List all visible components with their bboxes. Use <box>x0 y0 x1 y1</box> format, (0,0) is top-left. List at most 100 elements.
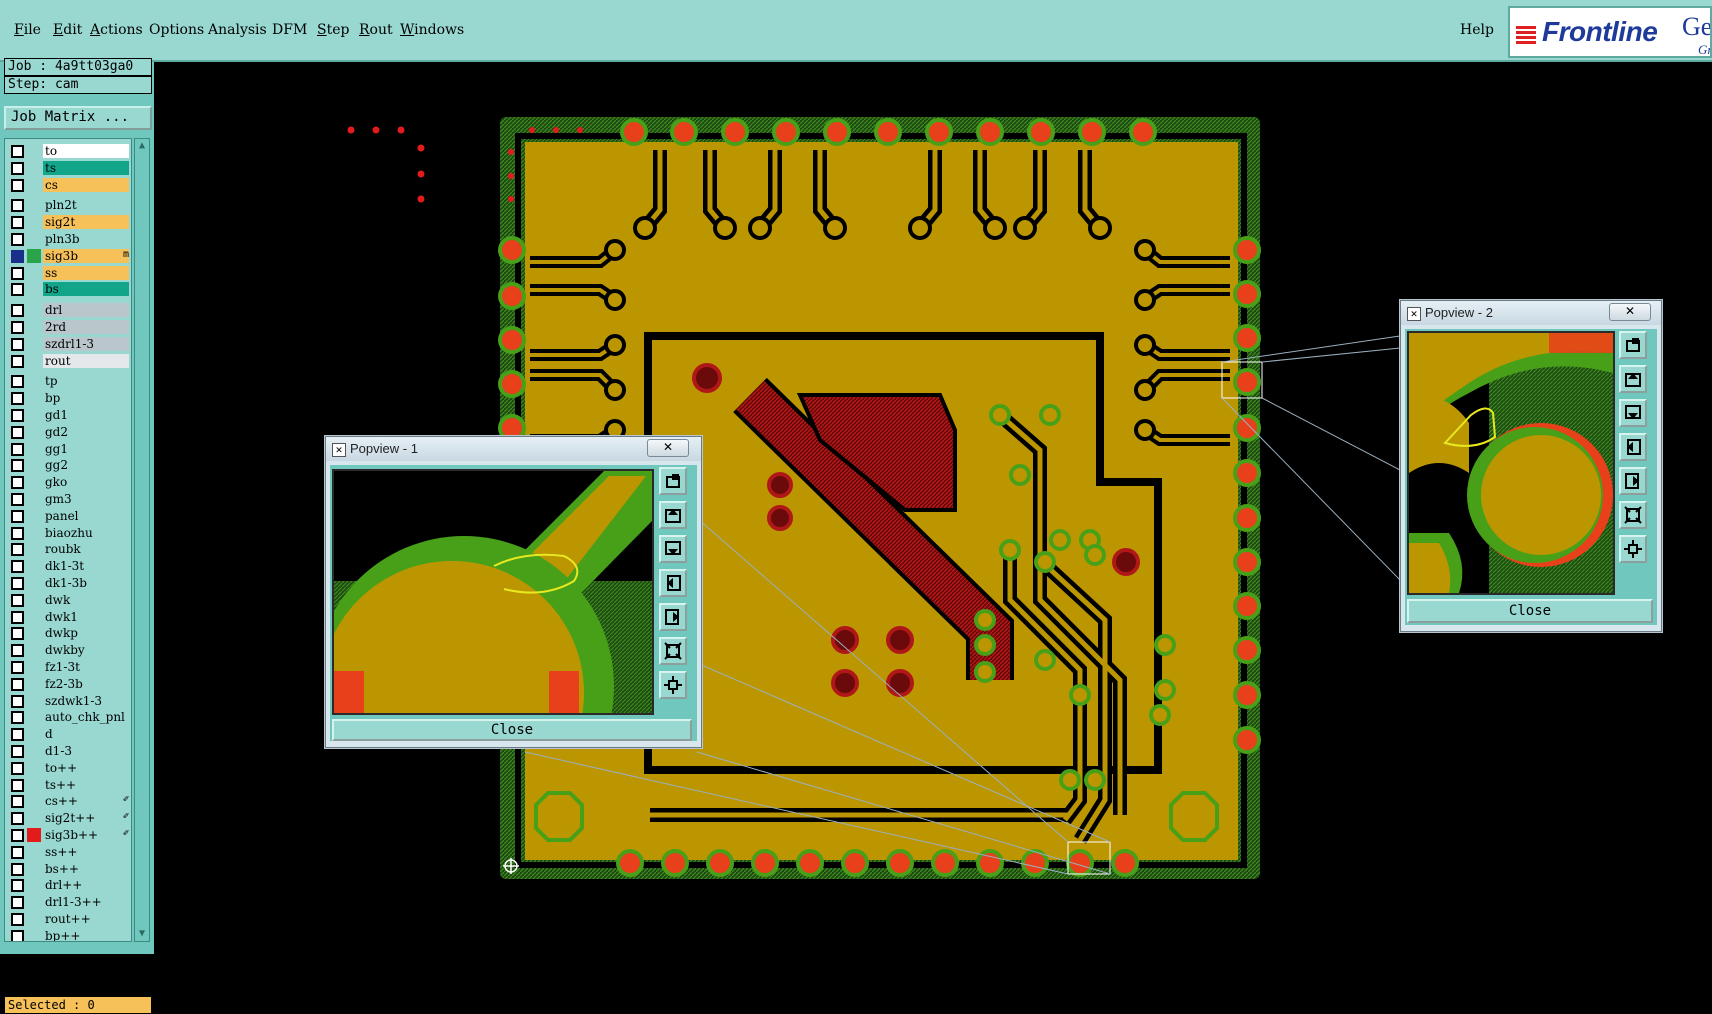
layer-checkbox[interactable] <box>11 778 24 792</box>
layer-checkbox[interactable] <box>11 199 24 213</box>
layer-name[interactable]: ss <box>43 265 129 280</box>
layer-checkbox[interactable] <box>11 795 24 809</box>
layer-checkbox[interactable] <box>11 845 24 859</box>
layer-name[interactable]: pln3b <box>43 232 129 246</box>
layer-checkbox[interactable] <box>11 677 24 691</box>
zoom-in-icon[interactable] <box>659 637 687 665</box>
layer-row[interactable]: d <box>5 726 131 742</box>
layer-row[interactable]: ts <box>5 160 131 176</box>
zoom-home-icon[interactable] <box>1619 331 1647 359</box>
layer-checkbox[interactable] <box>11 593 24 607</box>
menu-file[interactable]: File <box>14 22 41 38</box>
layer-row[interactable]: rout <box>5 353 131 369</box>
menu-analysis[interactable]: Analysis <box>208 22 267 38</box>
layer-row[interactable]: fz1-3t <box>5 659 131 675</box>
layer-name[interactable]: dwkp <box>43 626 129 641</box>
layer-name[interactable]: rout++ <box>43 912 129 926</box>
layer-row[interactable]: biaozhu <box>5 525 131 541</box>
zoom-out-icon[interactable] <box>1619 535 1647 563</box>
layer-name[interactable]: dwkby <box>43 643 129 658</box>
layer-row[interactable]: fz2-3b <box>5 676 131 692</box>
layer-row[interactable]: gg1 <box>5 441 131 457</box>
layer-checkbox[interactable] <box>11 694 24 708</box>
layer-row[interactable]: ss <box>5 265 131 281</box>
layer-checkbox[interactable] <box>11 216 24 230</box>
layer-checkbox[interactable] <box>11 233 24 246</box>
pan-right-icon[interactable] <box>659 603 687 631</box>
layer-row[interactable]: drl++ <box>5 877 131 893</box>
layer-checkbox[interactable] <box>11 929 24 941</box>
layer-name[interactable]: to <box>43 144 129 158</box>
layer-checkbox[interactable] <box>11 354 24 368</box>
layer-checkbox[interactable] <box>11 442 24 456</box>
menu-dfm[interactable]: DFM <box>272 22 307 38</box>
layer-row[interactable]: bs++ <box>5 861 131 877</box>
layer-checkbox[interactable] <box>11 337 24 351</box>
layer-name[interactable]: ts <box>43 160 129 175</box>
layer-checkbox[interactable] <box>11 409 24 422</box>
layer-checkbox[interactable] <box>11 627 24 641</box>
zoom-in-icon[interactable] <box>1619 501 1647 529</box>
menu-windows[interactable]: Windows <box>400 22 464 38</box>
layer-checkbox[interactable] <box>11 249 24 263</box>
layer-checkbox[interactable] <box>11 543 24 557</box>
layer-name[interactable]: szdrl1-3 <box>43 336 129 351</box>
layer-checkbox[interactable] <box>11 761 24 775</box>
layer-name[interactable]: rout <box>43 353 129 368</box>
popview-2-titlebar[interactable]: ✕ Popview - 2 ✕ <box>1401 301 1661 325</box>
layer-checkbox[interactable] <box>11 283 24 297</box>
layer-checkbox[interactable] <box>11 178 24 192</box>
layer-name[interactable]: auto_chk_pnl <box>43 710 129 725</box>
layer-row[interactable]: gd2 <box>5 424 131 440</box>
popview-1-close-button[interactable]: Close <box>332 719 692 741</box>
layer-row[interactable]: pln3b <box>5 231 131 247</box>
layer-checkbox[interactable] <box>11 829 24 842</box>
popview-2-view[interactable] <box>1407 331 1615 595</box>
layer-row[interactable]: gko <box>5 474 131 490</box>
menu-actions[interactable]: Actions <box>90 22 143 38</box>
layer-row[interactable]: dwk1 <box>5 609 131 625</box>
layer-checkbox[interactable] <box>11 392 24 406</box>
menu-options[interactable]: Options <box>149 22 204 38</box>
pan-down-icon[interactable] <box>1619 399 1647 427</box>
layer-checkbox[interactable] <box>11 577 24 590</box>
layer-name[interactable]: szdwk1-3 <box>43 693 129 708</box>
scroll-up-icon[interactable]: ▲ <box>137 141 147 151</box>
layer-row[interactable]: szdrl1-3 <box>5 336 131 352</box>
zoom-home-icon[interactable] <box>659 467 687 495</box>
layer-checkbox[interactable] <box>11 728 24 742</box>
layer-name[interactable]: dk1-3b <box>43 576 129 590</box>
layer-name[interactable]: d <box>43 727 129 742</box>
layer-name[interactable]: panel <box>43 508 129 523</box>
layer-checkbox[interactable] <box>11 375 24 389</box>
layer-row[interactable]: 2rd <box>5 319 131 335</box>
layer-name[interactable]: drl++ <box>43 878 129 893</box>
layer-row[interactable]: d1-3 <box>5 743 131 759</box>
pan-up-icon[interactable] <box>659 501 687 529</box>
layer-checkbox[interactable] <box>11 509 24 523</box>
pan-right-icon[interactable] <box>1619 467 1647 495</box>
layer-checkbox[interactable] <box>11 304 24 318</box>
layer-checkbox[interactable] <box>11 745 24 758</box>
layer-row[interactable]: cs <box>5 177 131 193</box>
close-icon[interactable]: ✕ <box>1609 303 1651 321</box>
layer-row[interactable]: gm3 <box>5 491 131 507</box>
layer-name[interactable]: fz1-3t <box>43 660 129 674</box>
layer-name[interactable]: dk1-3t <box>43 559 129 574</box>
layer-row[interactable]: auto_chk_pnl <box>5 709 131 725</box>
layer-row[interactable]: pln2t <box>5 197 131 213</box>
layer-checkbox[interactable] <box>11 913 24 926</box>
layer-row[interactable]: sig3b++ ✐ <box>5 827 131 843</box>
layer-row[interactable]: bs <box>5 281 131 297</box>
layer-checkbox[interactable] <box>11 266 24 280</box>
layer-row[interactable]: dk1-3t <box>5 558 131 574</box>
layer-name[interactable]: dwk1 <box>43 609 129 624</box>
layer-checkbox[interactable] <box>11 711 24 725</box>
layer-name[interactable]: cs <box>43 177 129 192</box>
layer-checkbox[interactable] <box>11 321 24 334</box>
layer-checkbox[interactable] <box>11 879 24 893</box>
menu-rout[interactable]: Rout <box>359 22 393 38</box>
layer-name[interactable]: gg1 <box>43 441 129 456</box>
layer-name[interactable]: drl1-3++ <box>43 895 129 910</box>
layer-name[interactable]: ts++ <box>43 777 129 792</box>
